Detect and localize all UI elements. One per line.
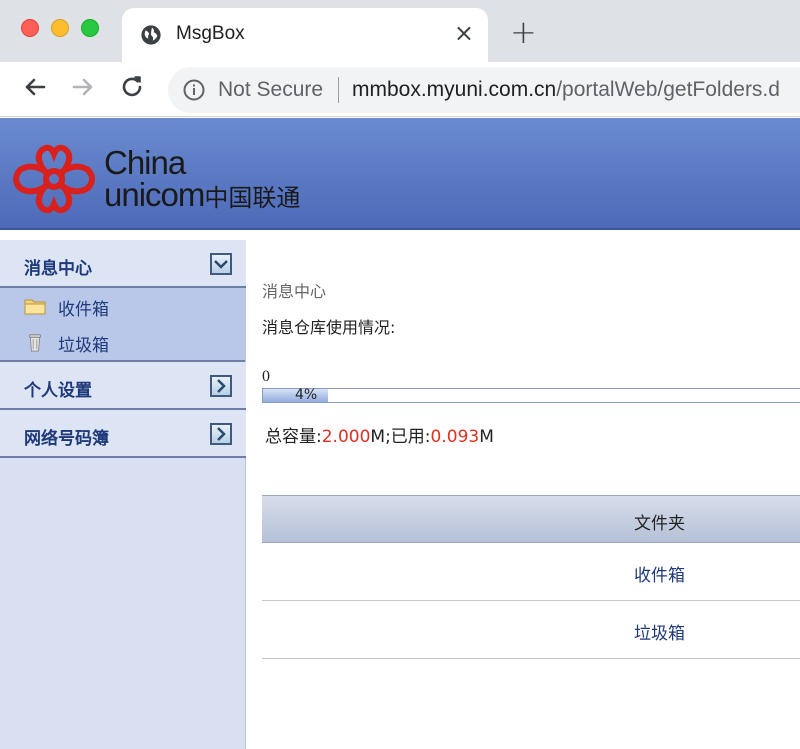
sidebar-section-label: 网络号码簿 (24, 429, 109, 449)
logo-text-unicom-en: unicom (104, 176, 205, 213)
folders-table: 文件夹 收件箱 垃圾箱 (262, 495, 800, 659)
sidebar-section-personal-settings[interactable]: 个人设置 (0, 362, 246, 410)
folders-table-header: 文件夹 (262, 495, 800, 543)
sidebar-section-label: 消息中心 (24, 259, 92, 279)
browser-toolbar: Not Secure mmbox.myuni.com.cn/portalWeb/… (0, 62, 800, 117)
url-text[interactable]: mmbox.myuni.com.cn/portalWeb/getFolders.… (352, 78, 780, 102)
info-icon[interactable] (182, 78, 206, 102)
trash-icon (29, 334, 41, 352)
sidebar-section-address-book[interactable]: 网络号码簿 (0, 410, 246, 458)
expand-toggle-icon[interactable] (210, 423, 232, 445)
browser-tab-bar: MsgBox × + (0, 0, 800, 62)
sidebar-item-inbox[interactable]: 收件箱 (0, 288, 245, 324)
security-status: Not Secure (218, 78, 324, 101)
china-unicom-logo-icon (13, 144, 95, 214)
used-value: 0.093 (430, 427, 480, 447)
address-divider (338, 77, 339, 103)
usage-min-label: 0 (262, 368, 270, 385)
url-path: /portalWeb/getFolders.d (556, 78, 780, 101)
url-host: mmbox.myuni.com.cn (352, 78, 557, 101)
expand-toggle-icon[interactable] (210, 375, 232, 397)
browser-tab[interactable]: MsgBox × (122, 8, 488, 62)
breadcrumb: 消息中心 (262, 282, 327, 301)
back-arrow-icon[interactable] (20, 72, 50, 102)
main-content: 消息中心 消息仓库使用情况: 0 4% 总容量:2.000M;已用:0.093M… (247, 240, 800, 749)
maximize-window-button[interactable] (81, 19, 99, 37)
usage-percent-label: 4% (295, 387, 318, 403)
capacity-label: 总容量: (265, 427, 322, 447)
address-bar[interactable]: Not Secure mmbox.myuni.com.cn/portalWeb/… (168, 67, 800, 113)
capacity-summary: 总容量:2.000M;已用:0.093M (265, 422, 494, 447)
table-row: 收件箱 (262, 543, 800, 601)
used-unit: M (479, 427, 494, 447)
table-row: 垃圾箱 (262, 601, 800, 659)
sidebar: 消息中心 收件箱 垃圾箱 个人设置 网络号码簿 (0, 240, 246, 749)
used-label: ;已用: (385, 427, 431, 447)
logo-text-unicom: unicom中国联通 (104, 178, 300, 216)
folders-column-header: 文件夹 (634, 514, 685, 534)
minimize-window-button[interactable] (51, 19, 69, 37)
close-window-button[interactable] (21, 19, 39, 37)
tab-title: MsgBox (176, 23, 245, 44)
reload-icon[interactable] (117, 72, 147, 102)
page-header: China unicom中国联通 (0, 118, 800, 230)
capacity-value: 2.000 (321, 427, 371, 447)
collapse-toggle-icon[interactable] (210, 253, 232, 275)
new-tab-button[interactable]: + (510, 16, 537, 48)
usage-title: 消息仓库使用情况: (262, 318, 396, 337)
close-tab-icon[interactable]: × (454, 20, 474, 46)
folder-icon (24, 299, 46, 315)
sidebar-section-message-center[interactable]: 消息中心 (0, 240, 246, 288)
storage-usage-bar: 4% (262, 387, 800, 403)
sidebar-section-label: 个人设置 (24, 381, 92, 401)
forward-arrow-icon[interactable] (68, 72, 98, 102)
sidebar-item-trash[interactable]: 垃圾箱 (0, 324, 245, 360)
logo-text-cn: 中国联通 (204, 185, 301, 212)
sidebar-subitems: 收件箱 垃圾箱 (0, 288, 245, 362)
sidebar-item-label: 收件箱 (58, 300, 109, 320)
folder-link-trash[interactable]: 垃圾箱 (634, 619, 685, 644)
capacity-unit: M (370, 427, 386, 447)
sidebar-item-label: 垃圾箱 (58, 336, 109, 356)
globe-icon (141, 25, 161, 45)
logo-text-china: China (104, 144, 186, 181)
folder-link-inbox[interactable]: 收件箱 (634, 561, 685, 586)
